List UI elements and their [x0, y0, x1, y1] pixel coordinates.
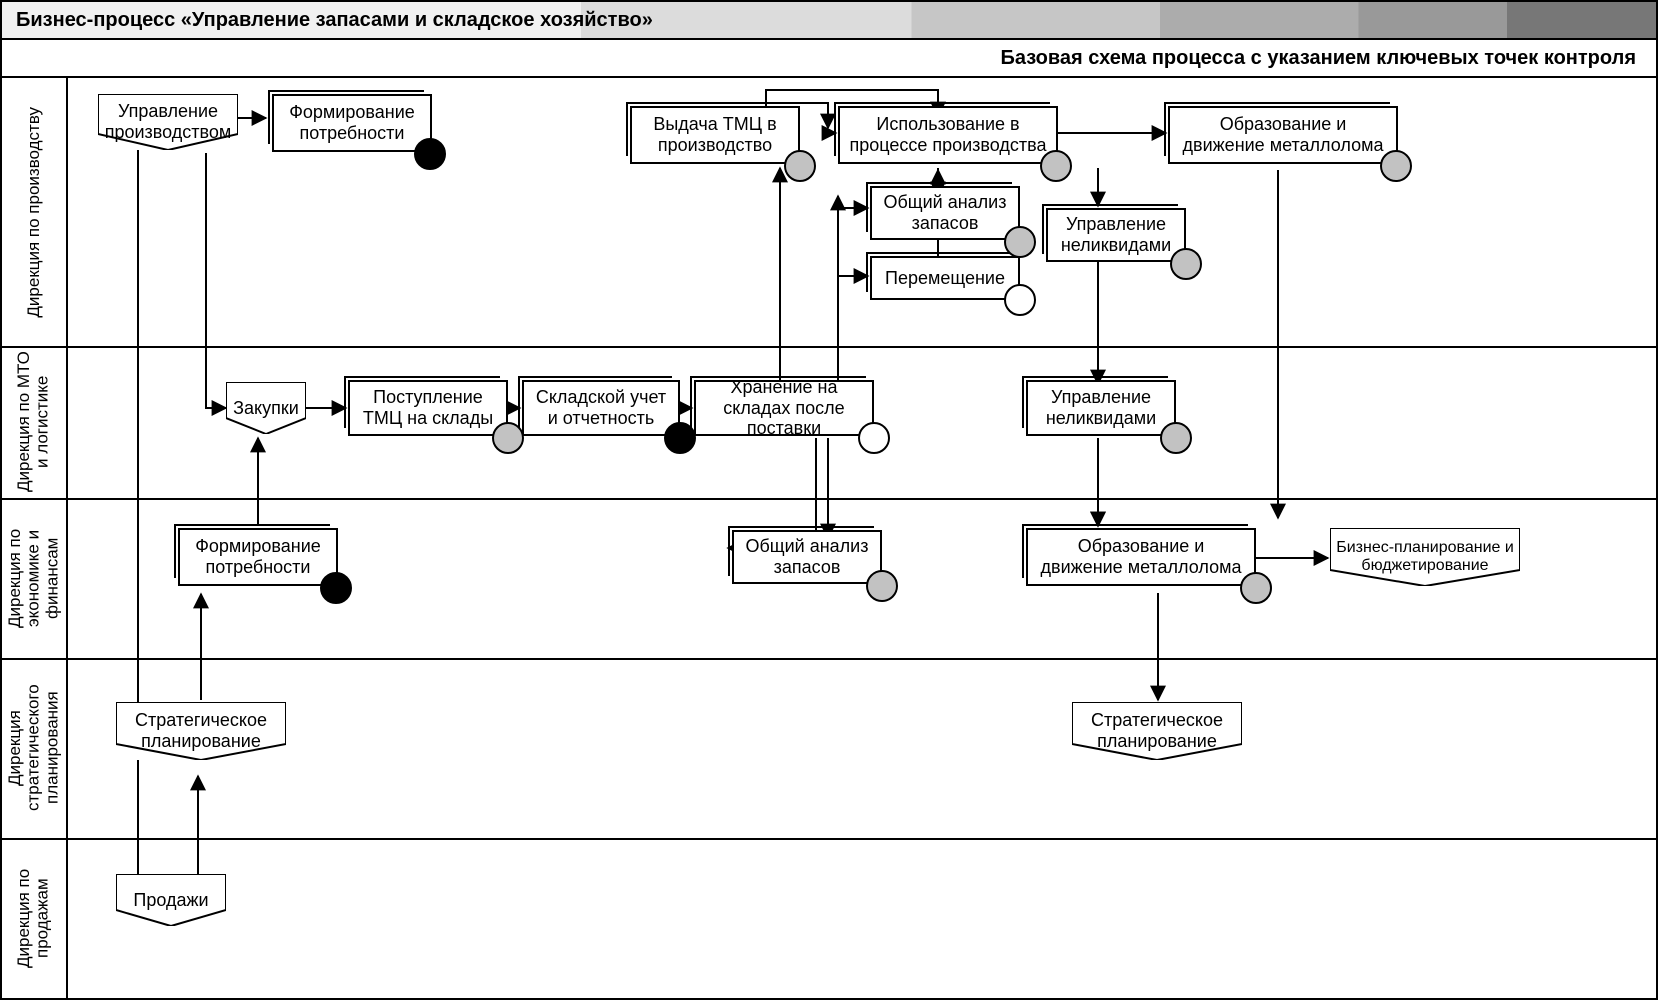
control-point-icon: [1004, 284, 1036, 316]
box-tmc-receipt: Поступление ТМЦ на склады: [348, 380, 508, 436]
diagram-title: Бизнес-процесс «Управление запасами и ск…: [2, 9, 653, 32]
ref-business-planning: Бизнес-планирование и бюджетирование: [1330, 528, 1520, 586]
control-point-icon: [866, 570, 898, 602]
control-point-icon: [1170, 248, 1202, 280]
box-movement: Перемещение: [870, 256, 1020, 300]
control-point-icon: [320, 572, 352, 604]
control-point-icon: [1380, 150, 1412, 182]
lane-mto-logistics: Дирекция по МТО и логистике: [2, 346, 68, 498]
control-point-icon: [1240, 572, 1272, 604]
lane-sales: Дирекция по продажам: [2, 838, 68, 998]
control-point-icon: [1004, 226, 1036, 258]
control-point-icon: [858, 422, 890, 454]
diagram-canvas: Управление производством Формирование по…: [68, 78, 1656, 998]
lane-production: Дирекция по производству: [2, 78, 68, 346]
diagram-subtitle: Базовая схема процесса с указанием ключе…: [1000, 47, 1636, 70]
ref-sales: Продажи: [116, 874, 226, 926]
box-stock-analysis-fin: Общий анализ запасов: [732, 530, 882, 584]
box-use-in-production: Использование в процессе производства: [838, 106, 1058, 164]
control-point-icon: [414, 138, 446, 170]
box-illiquid-mgmt-log: Управление неликвидами: [1026, 380, 1176, 436]
box-scrap-formation-fin: Образование и движение металлолома: [1026, 528, 1256, 586]
box-stock-analysis-prod: Общий анализ запасов: [870, 186, 1020, 240]
box-need-formation-fin: Формирование потребности: [178, 528, 338, 586]
ref-strategic-planning-right: Стратегическое планирование: [1072, 702, 1242, 760]
box-illiquid-mgmt-prod: Управление неликвидами: [1046, 208, 1186, 262]
control-point-icon: [784, 150, 816, 182]
control-point-icon: [492, 422, 524, 454]
box-scrap-formation-prod: Образование и движение металлолома: [1168, 106, 1398, 164]
lane-economics-finance: Дирекция по экономике и финансам: [2, 498, 68, 658]
control-point-icon: [1040, 150, 1072, 182]
subtitle-bar: Базовая схема процесса с указанием ключе…: [2, 40, 1656, 78]
box-warehouse-accounting: Складской учет и отчетность: [522, 380, 680, 436]
diagram-frame: Бизнес-процесс «Управление запасами и ск…: [0, 0, 1658, 1000]
ref-purchasing: Закупки: [226, 382, 306, 434]
ref-production-mgmt: Управление производством: [98, 94, 238, 150]
swimlane-labels: Дирекция по производству Дирекция по МТО…: [2, 78, 68, 998]
control-point-icon: [1160, 422, 1192, 454]
ref-strategic-planning-left: Стратегическое планирование: [116, 702, 286, 760]
box-issue-tmc: Выдача ТМЦ в производство: [630, 106, 800, 164]
lane-strategic-planning: Дирекция стратегического планирования: [2, 658, 68, 838]
control-point-icon: [664, 422, 696, 454]
title-bar: Бизнес-процесс «Управление запасами и ск…: [2, 2, 1656, 40]
box-need-formation-prod: Формирование потребности: [272, 94, 432, 152]
box-storage-after-delivery: Хранение на складах после поставки: [694, 380, 874, 436]
